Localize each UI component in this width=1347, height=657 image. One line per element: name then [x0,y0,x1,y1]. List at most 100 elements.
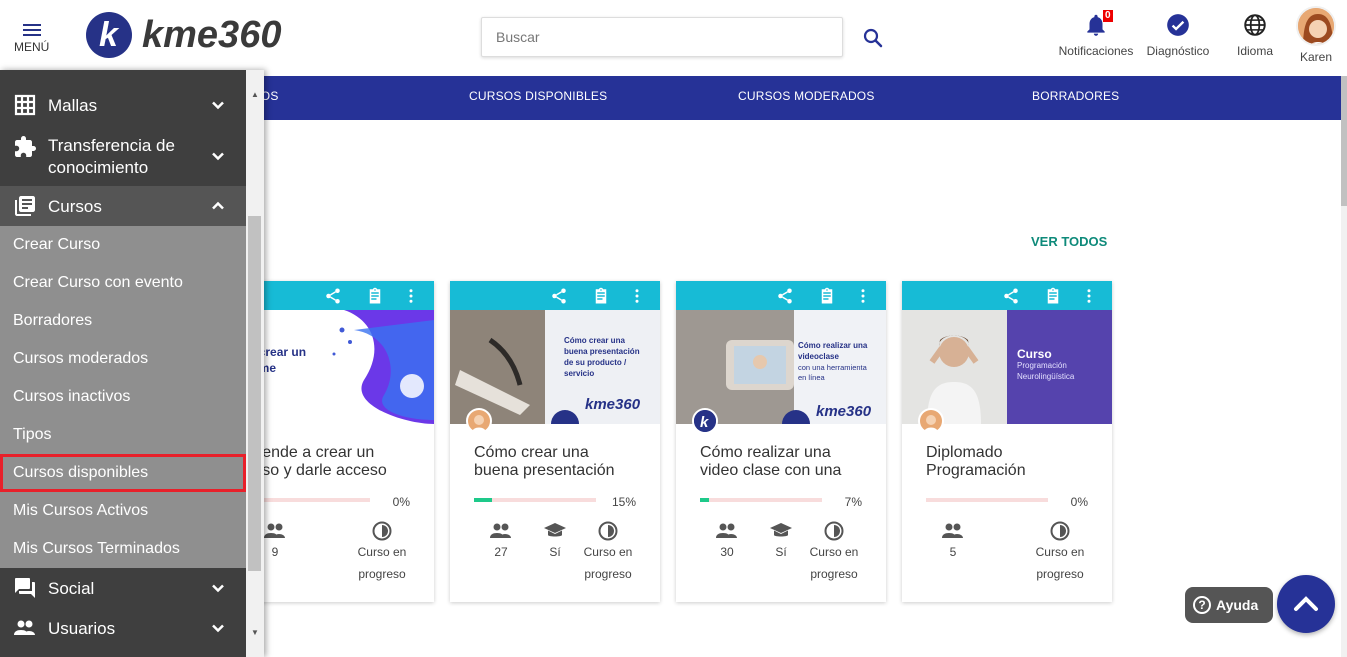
course-image: Cómo crear una buena presentación de su … [450,310,660,424]
status-text: Curso en progreso [357,545,407,581]
sidebar-scrollbar-thumb[interactable] [248,216,261,571]
sidebar-item-usuarios[interactable]: Usuarios [0,608,246,648]
sidebar-item-label: Mallas [48,96,98,115]
submenu-cursos-moderados[interactable]: Cursos moderados [0,340,246,378]
grid-icon [14,94,36,116]
progress-percent: 0% [392,495,410,509]
card-toolbar [450,281,660,310]
course-title[interactable]: Cómo realizar una video clase con una [700,444,870,480]
progress-circle-icon [1050,521,1070,541]
course-card[interactable]: Curso Programación Neurolingüística Dipl… [902,281,1112,602]
sidebar-item-cursos[interactable]: Cursos [0,186,246,226]
share-icon[interactable] [550,287,568,305]
submenu-cursos-disponibles[interactable]: Cursos disponibles [0,454,246,492]
course-image: Curso Programación Neurolingüística [902,310,1112,424]
participants-count: 5 [949,545,957,559]
library-books-icon [15,196,35,216]
status-stat: Curso en progreso [804,519,864,585]
sidebar-item-label: Social [48,579,95,598]
more-vert-icon[interactable] [1080,287,1098,305]
search-input[interactable] [482,18,842,56]
course-title[interactable]: prende a crear un urso y darle acceso [248,444,418,480]
submenu-crear-curso-evento[interactable]: Crear Curso con evento [0,264,246,302]
hamburger-icon [23,24,41,39]
see-all-link[interactable]: VER TODOS [1031,234,1107,249]
course-title[interactable]: Cómo crear una buena presentación [474,444,644,480]
progress-circle-icon [372,521,392,541]
image-text: en línea [798,373,826,382]
progress-percent: 0% [1070,495,1088,509]
graduation-cap-icon [770,523,792,537]
menu-button[interactable]: MENÚ [12,18,52,58]
image-text: servicio [564,369,594,378]
page-scrollbar[interactable] [1341,76,1347,657]
course-card[interactable]: Cómo realizar una videoclase con una her… [676,281,886,602]
language-button[interactable]: Idioma [1232,12,1278,58]
kme360-logo[interactable]: k kme360 [86,12,301,58]
status-text: Curso en progreso [809,545,859,581]
course-title[interactable]: Diplomado Programación [926,444,1096,480]
submenu-mis-cursos-terminados[interactable]: Mis Cursos Terminados [0,530,246,568]
progress-percent: 7% [844,495,862,509]
sidebar-item-label: Usuarios [48,619,116,638]
notifications-button[interactable]: 0 Notificaciones [1055,10,1137,58]
clipboard-icon[interactable] [592,287,610,305]
chevron-down-icon [212,584,224,593]
logo-k-icon: k [86,12,132,58]
search-box [481,17,843,57]
sidebar-item-mallas[interactable]: Mallas [0,86,246,124]
submenu-cursos-inactivos[interactable]: Cursos inactivos [0,378,246,416]
help-button[interactable]: ? Ayuda [1185,587,1273,623]
status-stat: Curso en progreso [578,519,638,585]
scroll-down-arrow-icon[interactable]: ▼ [251,628,259,637]
sidebar-item-social[interactable]: Social [0,568,246,608]
share-icon[interactable] [324,287,342,305]
globe-icon [1244,14,1266,36]
check-circle-icon [1167,14,1189,36]
user-avatar [1296,6,1336,46]
submenu-mis-cursos-activos[interactable]: Mis Cursos Activos [0,492,246,530]
people-icon [490,523,511,538]
submenu-borradores[interactable]: Borradores [0,302,246,340]
more-vert-icon[interactable] [402,287,420,305]
clipboard-icon[interactable] [1044,287,1062,305]
progress-percent: 15% [611,495,636,509]
course-card[interactable]: Cómo crear una buena presentación de su … [450,281,660,602]
certificate-value: Sí [549,545,561,559]
page-scrollbar-thumb[interactable] [1341,76,1347,206]
image-brand: kme360 [816,403,872,420]
diagnostic-button[interactable]: Diagnóstico [1142,12,1214,58]
menu-label: MENÚ [14,40,50,54]
side-menu: Mallas Transferencia de conocimiento Curs… [0,70,264,657]
submenu-tipos[interactable]: Tipos [0,416,246,454]
top-header: MENÚ k kme360 0 Notificaciones Diagnósti… [0,0,1347,76]
clipboard-icon[interactable] [818,287,836,305]
clipboard-icon[interactable] [366,287,384,305]
help-icon: ? [1193,596,1211,614]
search-icon[interactable] [861,26,885,50]
scroll-to-top-button[interactable] [1277,575,1335,633]
card-toolbar [902,281,1112,310]
sidebar-item-transferencia[interactable]: Transferencia de conocimiento [0,130,246,182]
status-stat: Curso en progreso [352,519,412,585]
graduation-cap-icon [544,523,566,537]
tab-cursos-disponibles[interactable]: CURSOS DISPONIBLES [469,89,607,103]
progress-bar [926,498,1048,502]
tab-borradores[interactable]: BORRADORES [1032,89,1119,103]
puzzle-icon [15,136,36,157]
image-brand: kme360 [585,396,641,413]
share-icon[interactable] [1002,287,1020,305]
help-label: Ayuda [1216,597,1259,613]
progress-bar [474,498,596,502]
certificate-stat: Sí [751,519,811,563]
tab-cursos-moderados[interactable]: CURSOS MODERADOS [738,89,875,103]
more-vert-icon[interactable] [854,287,872,305]
sidebar-scrollbar[interactable]: ▲ ▼ [246,70,264,657]
share-icon[interactable] [776,287,794,305]
status-text: Curso en progreso [583,545,633,581]
more-vert-icon[interactable] [628,287,646,305]
submenu-crear-curso[interactable]: Crear Curso [0,226,246,264]
user-menu-button[interactable]: Karen [1292,6,1340,64]
card-toolbar [676,281,886,310]
scroll-up-arrow-icon[interactable]: ▲ [251,90,259,99]
